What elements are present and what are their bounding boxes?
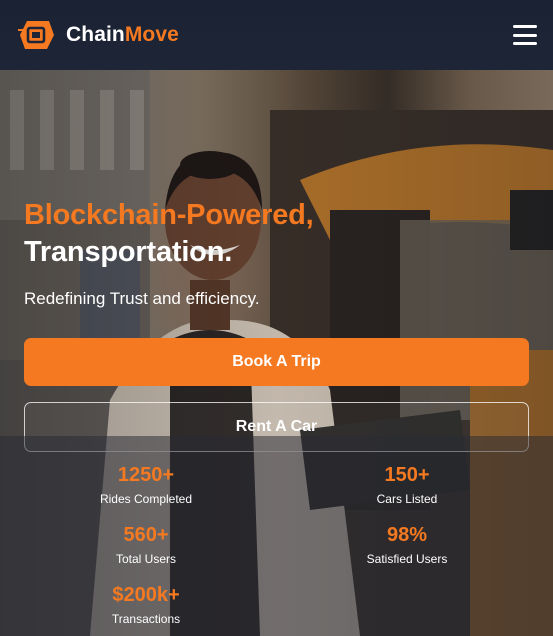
stat-value: 560+ [123, 524, 169, 546]
brand-name-part1: Chain [66, 23, 125, 46]
stat-label: Cars Listed [376, 492, 438, 506]
stat-label: Total Users [115, 552, 177, 566]
menu-bar [513, 25, 537, 28]
top-navbar: ChainMove [0, 0, 553, 70]
brand-link[interactable]: ChainMove [16, 17, 179, 53]
stat-cars-listed: 150+ Cars Listed [307, 463, 507, 506]
stat-value: 1250+ [117, 464, 175, 486]
brand-name: ChainMove [66, 23, 179, 47]
hero-headline: Blockchain-Powered, Transportation. [24, 197, 314, 271]
stat-rides-completed: 1250+ Rides Completed [46, 463, 246, 506]
stats-panel: 1250+ Rides Completed 150+ Cars Listed 5… [0, 436, 553, 636]
stat-transactions: $200k+ Transactions [46, 583, 246, 626]
stat-total-users: 560+ Total Users [46, 523, 246, 566]
stat-satisfied-users: 98% Satisfied Users [307, 523, 507, 566]
stat-label: Satisfied Users [366, 552, 448, 566]
stat-value: 98% [386, 524, 428, 546]
chainmove-logo-icon [18, 21, 54, 49]
stat-label: Transactions [111, 612, 181, 626]
headline-line-2: Transportation. [24, 236, 233, 268]
hamburger-menu-icon[interactable] [513, 25, 537, 45]
hero-section: Blockchain-Powered, Transportation. Rede… [0, 70, 553, 636]
brand-name-part2: Move [124, 23, 179, 46]
stat-label: Rides Completed [99, 492, 193, 506]
headline-line-1: Blockchain-Powered, [24, 199, 314, 231]
menu-bar [513, 33, 537, 37]
book-trip-button[interactable]: Book A Trip [24, 338, 529, 386]
hero-subheadline: Redefining Trust and efficiency. [24, 289, 260, 308]
stat-value: 150+ [384, 464, 430, 486]
menu-bar [513, 42, 537, 45]
stat-value: $200k+ [112, 584, 180, 606]
